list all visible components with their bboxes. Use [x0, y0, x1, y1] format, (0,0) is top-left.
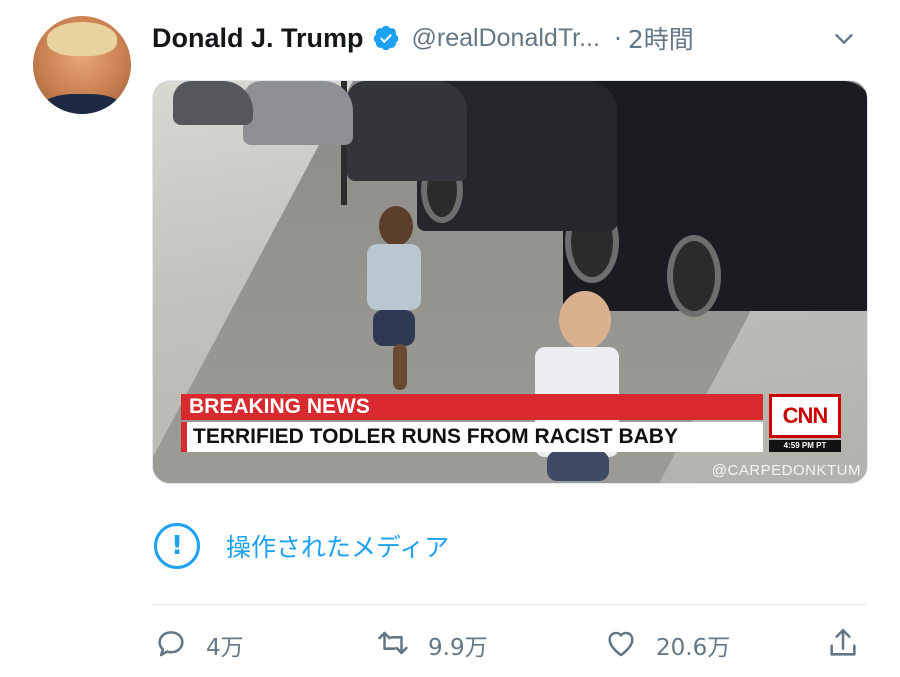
- like-button[interactable]: 20.6万: [604, 622, 730, 668]
- child-leg: [393, 344, 407, 390]
- avatar-suit: [43, 94, 121, 114]
- news-lower-third: BREAKING NEWS TERRIFIED TODLER RUNS FROM…: [181, 394, 841, 452]
- manipulated-media-label: 操作されたメディア: [226, 533, 450, 562]
- like-count: 20.6万: [656, 635, 731, 661]
- retweet-count: 9.9万: [428, 635, 488, 661]
- manipulated-media-notice[interactable]: ! 操作されたメディア: [154, 520, 449, 572]
- retweet-icon: [376, 626, 410, 664]
- reply-count: 4万: [206, 635, 244, 661]
- reply-icon: [154, 626, 188, 664]
- car-wheel: [667, 235, 721, 317]
- tweet-header: Donald J. Trump @realDonaldTr... · 2時間: [152, 18, 870, 58]
- network-logo: CNN: [769, 394, 841, 438]
- chevron-down-icon[interactable]: [830, 24, 858, 52]
- parked-car-4: [243, 81, 353, 145]
- retweet-button[interactable]: 9.9万: [376, 622, 488, 668]
- alert-circle-icon: !: [154, 523, 200, 569]
- baby-head: [559, 291, 611, 349]
- share-icon: [826, 626, 860, 664]
- child-shirt: [367, 244, 421, 310]
- parked-car-3: [347, 81, 467, 181]
- separator-dot: ·: [613, 23, 622, 53]
- tweet-timestamp[interactable]: 2時間: [628, 20, 694, 56]
- divider: [152, 604, 866, 605]
- breaking-news-label: BREAKING NEWS: [181, 394, 763, 420]
- reply-button[interactable]: 4万: [154, 622, 244, 668]
- author-name[interactable]: Donald J. Trump: [152, 23, 364, 54]
- child-shorts: [373, 310, 415, 346]
- verified-badge-icon: [372, 24, 400, 52]
- author-avatar[interactable]: [33, 16, 131, 114]
- heart-icon: [604, 626, 638, 664]
- author-handle[interactable]: @realDonaldTr...: [412, 24, 600, 53]
- broadcast-time: 4:59 PM PT: [769, 440, 841, 452]
- child-head: [379, 206, 413, 246]
- baby-pants: [547, 451, 609, 481]
- video-watermark: @CARPEDONKTUM: [711, 462, 861, 479]
- tweet-media-video[interactable]: BREAKING NEWS TERRIFIED TODLER RUNS FROM…: [152, 80, 868, 484]
- tweet-actions: 4万 9.9万 20.6万: [152, 622, 866, 668]
- avatar-hair: [47, 22, 117, 56]
- news-headline: TERRIFIED TODLER RUNS FROM RACIST BABY: [181, 422, 763, 452]
- parked-car-5: [173, 81, 253, 125]
- share-button[interactable]: [826, 622, 860, 668]
